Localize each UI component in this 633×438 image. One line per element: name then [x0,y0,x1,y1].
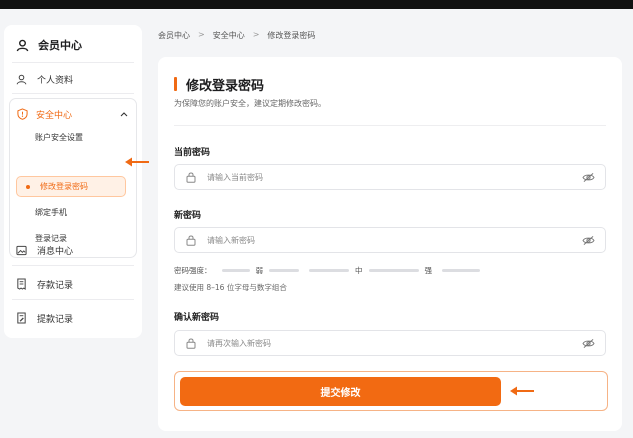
divider [174,125,606,126]
breadcrumb-separator: > [198,30,205,39]
sidebar-item-messages[interactable]: 消息中心 [16,241,73,259]
confirm-password-label: 确认新密码 [174,313,220,323]
submit-highlight: 提交修改 [174,371,608,411]
subitem-account-security[interactable]: 账户安全设置 [35,131,83,145]
sidebar-item-security[interactable]: 安全中心 [17,105,128,123]
change-password-card: 修改登录密码 为保障您的账户安全，建议定期修改密码。 当前密码 新密码 密码强度… [158,57,622,431]
security-section: 安全中心 账户安全设置 修改登录密码 绑定手机 登录记录 [9,98,137,258]
lock-icon [186,172,196,183]
strength-level-strong: 强 [424,265,433,275]
breadcrumb-item[interactable]: 会员中心 [158,30,190,41]
current-password-label: 当前密码 [174,148,211,158]
breadcrumb-current: 修改登录密码 [267,31,316,40]
sidebar-item-deposits[interactable]: 存款记录 [16,275,73,293]
divider [12,62,134,63]
new-password-input[interactable] [207,235,582,245]
sidebar-item-label: 安全中心 [36,110,73,121]
strength-level-weak: 弱 [255,265,264,275]
strength-bar [442,268,480,272]
strength-bar [309,268,349,272]
confirm-password-input[interactable] [207,338,582,348]
divider [12,265,134,266]
sidebar: 会员中心 个人资料 安全中心 账户安全设置 修改登录密码 绑定手机 登录记录 消… [4,25,142,338]
strength-bar [269,268,299,272]
member-icon [16,39,29,51]
eye-off-icon[interactable] [582,235,595,246]
sidebar-item-label: 消息中心 [37,246,74,257]
subitem-label: 修改登录密码 [40,182,88,191]
sidebar-header: 会员中心 [16,35,82,55]
divider [12,299,134,300]
receipt-icon [17,278,26,290]
current-password-field [174,164,606,190]
page-title: 修改登录密码 [186,79,265,94]
sidebar-item-label: 个人资料 [37,75,74,86]
new-password-label: 新密码 [174,211,202,221]
breadcrumb-item[interactable]: 安全中心 [213,30,245,41]
sidebar-item-label: 提款记录 [37,314,74,325]
eye-off-icon[interactable] [582,338,595,349]
sidebar-item-withdrawals[interactable]: 提款记录 [16,309,73,327]
page-subtitle: 为保障您的账户安全，建议定期修改密码。 [174,99,326,108]
arrow-left-icon [125,157,149,167]
image-icon [16,245,27,255]
strength-bar [368,268,419,272]
lock-icon [186,235,196,246]
eye-off-icon[interactable] [582,172,595,183]
password-hint: 建议使用 8–16 位字母与数字组合 [174,283,287,292]
user-icon [16,74,27,84]
submit-button[interactable]: 提交修改 [180,377,501,406]
active-dot [26,185,30,189]
strength-bar [221,268,250,272]
title-accent-bar [174,77,177,91]
arrow-left-icon [510,386,534,396]
lock-icon [186,338,196,349]
strength-level-medium: 中 [355,265,363,275]
sidebar-item-label: 存款记录 [37,280,74,291]
receipt-edit-icon [17,312,26,324]
current-password-input[interactable] [207,172,582,182]
breadcrumb: 会员中心 > 安全中心 > 修改登录密码 [158,30,315,41]
subitem-change-password[interactable]: 修改登录密码 [16,176,126,197]
strength-label: 密码强度： [174,265,212,275]
sidebar-title: 会员中心 [38,39,82,52]
window-top-bar [0,0,633,9]
breadcrumb-separator: > [252,30,260,39]
sidebar-item-profile[interactable]: 个人资料 [16,70,73,88]
new-password-field [174,227,606,253]
divider [12,93,134,94]
confirm-password-field [174,330,606,356]
chevron-up-icon[interactable] [120,111,128,117]
shield-icon [17,108,28,120]
subitem-bind-phone[interactable]: 绑定手机 [35,206,67,220]
password-strength-meter: 密码强度： 弱 中 强 [174,264,480,276]
